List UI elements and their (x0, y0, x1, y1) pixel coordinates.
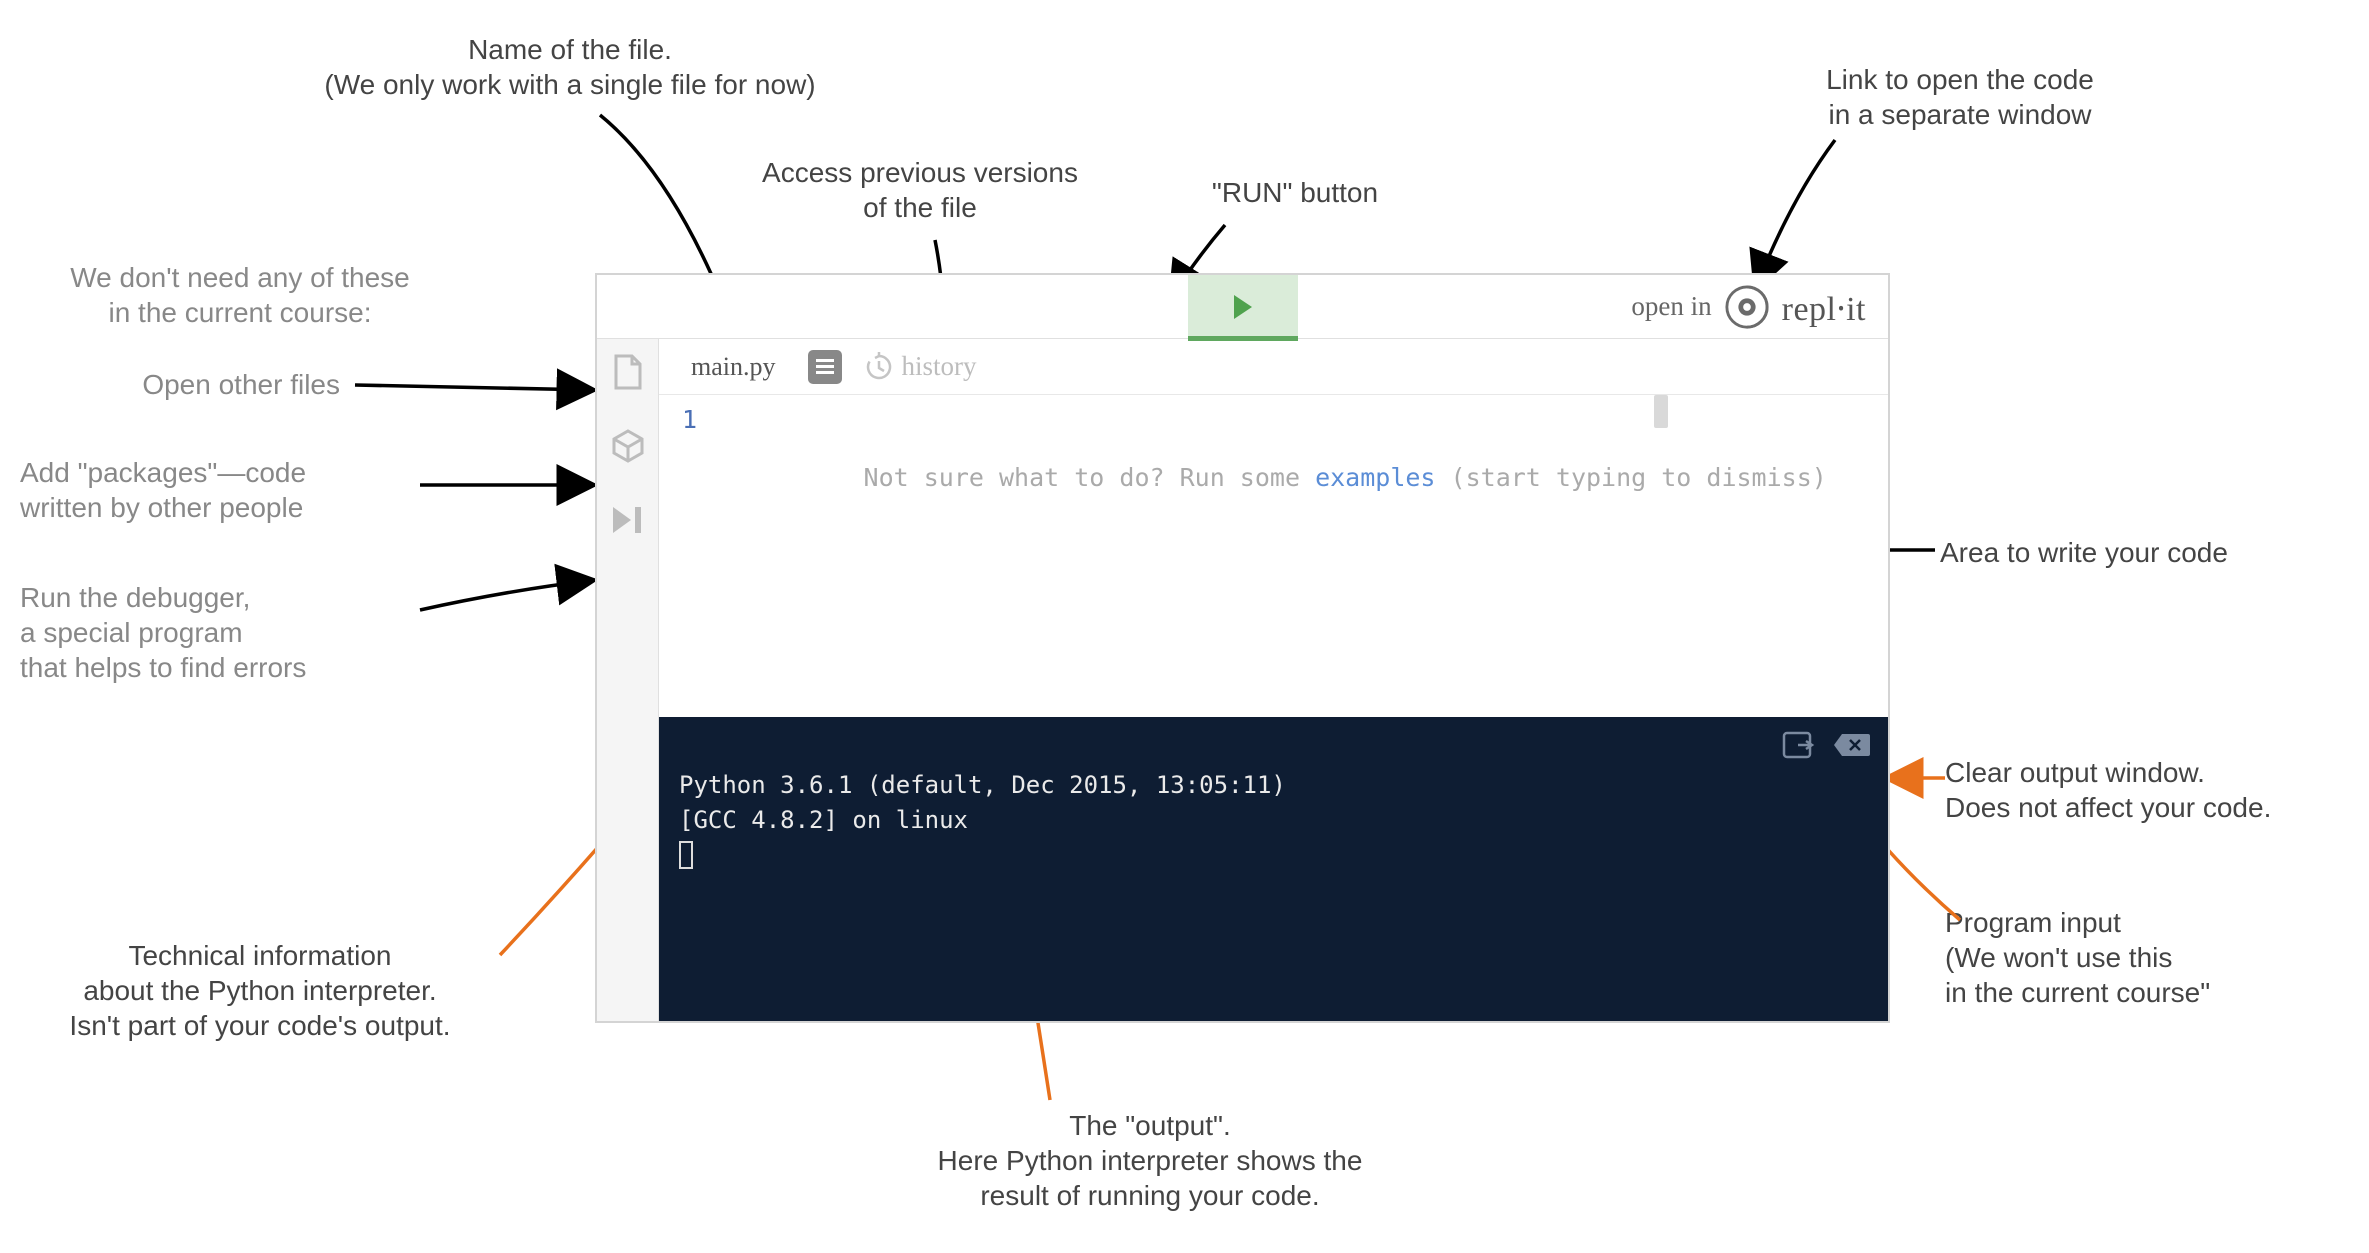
annotation-debugger: Run the debugger,a special programthat h… (20, 580, 400, 685)
code-editor[interactable]: 1 Not sure what to do? Run some examples… (659, 395, 1888, 717)
annotation-clear: Clear output window.Does not affect your… (1945, 755, 2355, 825)
annotation-versions: Access previous versionsof the file (720, 155, 1120, 225)
scrollbar-icon[interactable] (1654, 395, 1668, 428)
cursor-icon (679, 841, 693, 869)
annotation-interp-info: Technical informationabout the Python in… (20, 938, 500, 1043)
copy-button-icon[interactable] (808, 350, 842, 384)
annotation-editor-area: Area to write your code (1940, 535, 2330, 570)
open-in-replit-link[interactable]: open in repl⸱it (1631, 284, 1888, 330)
files-icon[interactable] (609, 353, 647, 391)
annotation-open-files: Open other files (60, 367, 340, 402)
annotation-file-name: Name of the file.(We only work with a si… (310, 32, 830, 102)
annotation-run: "RUN" button (1180, 175, 1410, 210)
history-button[interactable]: history (864, 351, 977, 382)
annotation-sidebar-intro: We don't need any of thesein the current… (25, 260, 455, 330)
code-area[interactable]: Not sure what to do? Run some examples (… (709, 395, 1888, 717)
console-line: Python 3.6.1 (default, Dec 2015, 13:05:1… (679, 771, 1286, 799)
annotation-output: The "output".Here Python interpreter sho… (870, 1108, 1430, 1213)
history-icon (864, 352, 894, 382)
input-icon[interactable] (1782, 731, 1816, 759)
annotation-open-link: Link to open the codein a separate windo… (1770, 62, 2150, 132)
console-line: [GCC 4.8.2] on linux (679, 806, 968, 834)
placeholder-text: Not sure what to do? Run some examples (… (864, 463, 1827, 492)
replit-logo-icon (1724, 284, 1770, 330)
packages-icon[interactable] (609, 427, 647, 465)
line-gutter: 1 (659, 395, 709, 717)
clear-output-icon[interactable] (1832, 732, 1870, 758)
run-button[interactable] (1188, 275, 1298, 339)
annotation-packages: Add "packages"—codewritten by other peop… (20, 455, 410, 525)
tabs-row: main.py history (659, 339, 1888, 395)
repl-window: open in repl⸱it (595, 273, 1890, 1023)
file-tab[interactable]: main.py (681, 348, 786, 386)
output-console[interactable]: Python 3.6.1 (default, Dec 2015, 13:05:1… (659, 717, 1888, 1021)
replit-logo-text: repl⸱it (1782, 284, 1866, 330)
history-label: history (902, 351, 977, 382)
topbar: open in repl⸱it (597, 275, 1888, 339)
annotation-input: Program input(We won't use thisin the cu… (1945, 905, 2345, 1010)
sidebar (597, 339, 659, 1021)
debugger-icon[interactable] (609, 501, 647, 539)
open-in-label: open in (1631, 291, 1711, 322)
